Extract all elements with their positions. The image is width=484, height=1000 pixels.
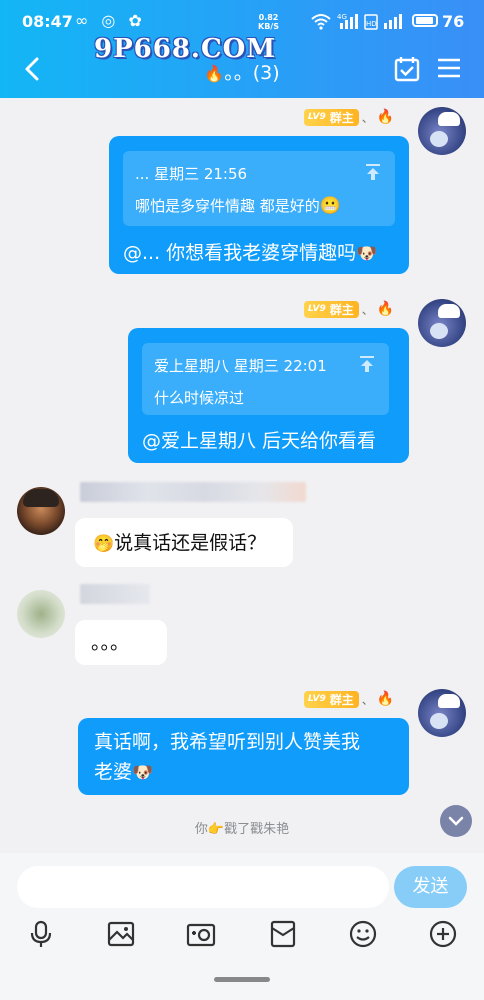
message-bubble[interactable]: 真话啊，我希望听到别人赞美我 老婆🐶 [78,718,409,795]
level-badge: LV9 群主 [304,690,359,708]
quote-header: ... 星期三 21:56 [135,165,248,183]
message-text: 。。。 [91,632,130,654]
plus-icon[interactable] [428,919,458,949]
level-badge: LV9 群主 [304,108,359,126]
send-button[interactable]: 发送 [394,866,467,908]
emoji-icon[interactable] [348,919,378,949]
level-badge: LV9 群主 [304,300,359,318]
sender-name: 、 [361,302,374,317]
quote-body: 什么时候凉过 [154,389,245,407]
jump-to-quote-icon[interactable] [365,163,381,181]
dog-emoji-icon: 🐶 [132,763,154,783]
grimace-emoji-icon: 😬 [319,196,341,216]
calendar-check-icon[interactable] [393,55,421,83]
status-time: 08:47 [22,12,73,31]
network-speed: 0.82 KB/S [258,13,279,31]
scroll-down-button[interactable] [440,805,472,837]
member-count: (3) [252,62,280,84]
svg-text:HD: HD [366,20,377,28]
signal-icons: 4G HD [310,11,406,35]
title-fire-icon: 🔥 [204,64,225,83]
message-bubble[interactable]: 爱上星期八 星期三 22:01 什么时候凉过 @爱上星期八 后天给你看看 [128,328,409,463]
status-app-icons: ∞ ◎ ✿ [75,11,146,30]
message-bubble[interactable]: 🤭说真话还是假话？ [75,518,293,567]
message-text: 🤭说真话还是假话？ [93,528,266,559]
my-avatar[interactable] [418,689,466,737]
fire-icon: 🔥 [376,109,395,125]
battery-icon [412,14,438,27]
quoted-message[interactable]: 爱上星期八 星期三 22:01 什么时候凉过 [142,343,389,415]
fire-icon: 🔥 [376,301,395,317]
wifi-signal-icon: 4G HD [311,13,402,30]
microphone-icon[interactable] [26,919,56,949]
blurred-sender-name [80,482,306,502]
shush-emoji-icon: 🤭 [93,534,115,554]
my-avatar[interactable] [418,107,466,155]
image-icon[interactable] [106,919,136,949]
jump-to-quote-icon[interactable] [359,355,375,373]
message-input[interactable] [17,866,389,908]
message-text: 真话啊，我希望听到别人赞美我 老婆🐶 [94,727,360,788]
sender-meta: LV9 群主 、 🔥 [304,690,394,708]
poke-hand-icon: 👉 [207,822,225,837]
camera-icon[interactable] [186,919,216,949]
sender-meta: LV9 群主 、 🔥 [304,108,394,126]
sender-avatar[interactable] [17,590,65,638]
message-bubble[interactable]: 。。。 [75,620,167,665]
message-text: @爱上星期八 后天给你看看 [142,430,377,452]
fire-icon: 🔥 [376,691,395,707]
red-packet-icon[interactable] [268,919,298,949]
svg-text:4G: 4G [337,13,347,21]
sender-name: 、 [361,110,374,125]
menu-icon[interactable] [436,56,462,80]
chat-header: 08:47 ∞ ◎ ✿ 0.82 KB/S 4G HD 76 9P668.COM… [0,0,484,98]
battery-level: 76 [442,12,465,31]
dog-emoji-icon: 🐶 [356,244,378,264]
sender-avatar[interactable] [17,487,65,535]
quote-body: 哪怕是多穿件情趣 都是好的😬 [135,196,341,216]
network-speed-unit: KB/S [258,22,279,31]
sender-name: 、 [361,692,374,707]
message-text: @... 你想看我老婆穿情趣吗🐶 [123,238,377,269]
sender-meta: LV9 群主 、 🔥 [304,300,394,318]
quote-header: 爱上星期八 星期三 22:01 [154,357,327,375]
poke-notice: 你👉戳了戳朱艳 [194,822,290,837]
quoted-message[interactable]: ... 星期三 21:56 哪怕是多穿件情趣 都是好的😬 [123,151,395,226]
blurred-sender-name [80,584,150,604]
chevron-down-icon [448,816,464,826]
title-name: 。。 [224,62,253,84]
home-indicator[interactable] [214,977,270,982]
input-bar: 发送 [0,853,484,1000]
my-avatar[interactable] [418,299,466,347]
network-speed-value: 0.82 [258,13,279,22]
message-bubble[interactable]: ... 星期三 21:56 哪怕是多穿件情趣 都是好的😬 @... 你想看我老婆… [109,136,409,274]
